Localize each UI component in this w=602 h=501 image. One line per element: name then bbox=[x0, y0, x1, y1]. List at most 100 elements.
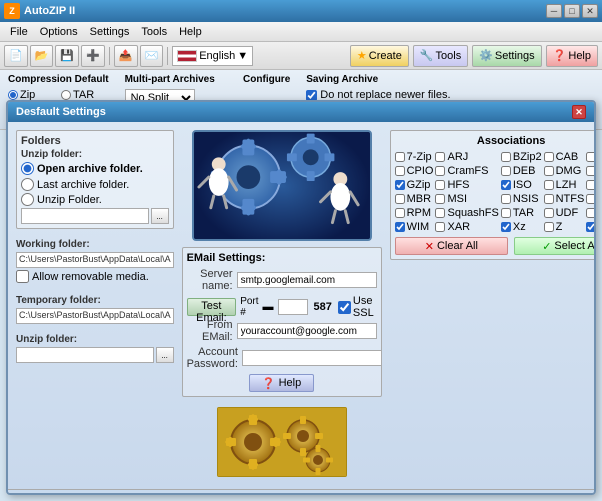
assoc-ntfs[interactable]: NTFS bbox=[544, 193, 585, 205]
menu-options[interactable]: Options bbox=[34, 25, 84, 39]
clear-all-button[interactable]: ✕ Clear All bbox=[395, 237, 509, 255]
assoc-tar[interactable]: TAR bbox=[501, 207, 542, 219]
create-button[interactable]: ★ Create bbox=[350, 45, 409, 67]
title-bar-left: Z AutoZIP II bbox=[4, 3, 75, 19]
assoc-rpm[interactable]: RPM bbox=[395, 207, 434, 219]
assoc-squashfs[interactable]: SquashFS bbox=[435, 207, 498, 219]
dialog-bottom-bar: ✓ Accept ✕ Cancel bbox=[8, 489, 594, 495]
email-title: EMail Settings: bbox=[187, 252, 377, 264]
menu-tools[interactable]: Tools bbox=[135, 25, 173, 39]
toolbar-right: ★ Create 🔧 Tools ⚙️ Settings ❓ Help bbox=[350, 45, 598, 67]
assoc-chm[interactable]: CHM bbox=[586, 151, 596, 163]
allow-removable-option[interactable]: Allow removable media. bbox=[16, 270, 174, 283]
dialog-body: Folders Unzip folder: Open archive folde… bbox=[8, 122, 594, 489]
password-row: Account Password: bbox=[187, 346, 377, 370]
open-archive-label: Open archive folder. bbox=[37, 163, 143, 175]
add-button[interactable]: ➕ bbox=[81, 45, 105, 67]
assoc-msi[interactable]: MSI bbox=[435, 193, 498, 205]
create-star-icon: ★ bbox=[357, 49, 367, 62]
assoc-mbr[interactable]: MBR bbox=[395, 193, 434, 205]
email-help-button[interactable]: ❓ Help bbox=[249, 374, 314, 392]
add-icon: ➕ bbox=[86, 49, 100, 62]
test-email-button[interactable]: Test Email: bbox=[187, 298, 237, 316]
help-button[interactable]: ❓ Help bbox=[546, 45, 598, 67]
ssl-option[interactable]: Use SSL bbox=[338, 295, 377, 319]
assoc-dmg[interactable]: DMG bbox=[544, 165, 585, 177]
test-email-row: Test Email: Port # ▬ 587 Use SSL bbox=[187, 295, 377, 319]
settings-gear-icon: ⚙️ bbox=[479, 49, 493, 62]
assoc-xz[interactable]: Xz bbox=[501, 221, 542, 233]
dialog-close-button[interactable]: ✕ bbox=[572, 105, 586, 119]
unzip-bottom-section: Unzip folder: ... bbox=[16, 334, 174, 363]
from-input[interactable] bbox=[237, 323, 377, 339]
port-dash: ▬ bbox=[263, 301, 274, 313]
minimize-button[interactable]: ─ bbox=[546, 4, 562, 18]
save-button[interactable]: 💾 bbox=[55, 45, 79, 67]
assoc-cpio[interactable]: CPIO bbox=[395, 165, 434, 177]
assoc-gzip[interactable]: GZip bbox=[395, 179, 434, 191]
tools-label: Tools bbox=[436, 50, 462, 62]
server-input[interactable] bbox=[237, 272, 377, 288]
menu-file[interactable]: File bbox=[4, 25, 34, 39]
maximize-button[interactable]: □ bbox=[564, 4, 580, 18]
assoc-arj[interactable]: ARJ bbox=[435, 151, 498, 163]
help-label: Help bbox=[568, 50, 591, 62]
assoc-z[interactable]: Z bbox=[544, 221, 585, 233]
settings-dialog: Desfault Settings ✕ Folders Unzip folder… bbox=[6, 100, 596, 495]
assoc-udf[interactable]: UDF bbox=[544, 207, 585, 219]
configure-title: Configure bbox=[243, 74, 290, 85]
menu-settings[interactable]: Settings bbox=[84, 25, 136, 39]
assoc-cramfs[interactable]: CramFS bbox=[435, 165, 498, 177]
assoc-vhd[interactable]: VHD bbox=[586, 207, 596, 219]
unzip-bottom-row: ... bbox=[16, 347, 174, 363]
title-bar: Z AutoZIP II ─ □ ✕ bbox=[0, 0, 602, 22]
unzip-browse-button[interactable]: ... bbox=[151, 208, 169, 224]
assoc-fat[interactable]: FAT bbox=[586, 165, 596, 177]
open-button[interactable]: 📂 bbox=[30, 45, 54, 67]
open-archive-option[interactable]: Open archive folder. bbox=[21, 162, 169, 175]
assoc-wim[interactable]: WIM bbox=[395, 221, 434, 233]
email-button[interactable]: ✉️ bbox=[140, 45, 164, 67]
settings-button[interactable]: ⚙️ Settings bbox=[472, 45, 541, 67]
unzip-bottom-browse[interactable]: ... bbox=[156, 347, 174, 363]
toolbar-separator-2 bbox=[167, 47, 168, 65]
assoc-deb[interactable]: DEB bbox=[501, 165, 542, 177]
title-controls: ─ □ ✕ bbox=[546, 4, 598, 18]
tools-button[interactable]: 🔧 Tools bbox=[413, 45, 468, 67]
assoc-hfs[interactable]: HFS bbox=[435, 179, 498, 191]
assoc-lzh[interactable]: LZH bbox=[544, 179, 585, 191]
close-button[interactable]: ✕ bbox=[582, 4, 598, 18]
working-label: Working folder: bbox=[16, 239, 174, 250]
dialog-title-bar: Desfault Settings ✕ bbox=[8, 102, 594, 122]
email-help-label: Help bbox=[279, 377, 302, 389]
extract-button[interactable]: 📤 bbox=[114, 45, 138, 67]
assoc-cab[interactable]: CAB bbox=[544, 151, 585, 163]
assoc-xar[interactable]: XAR bbox=[435, 221, 498, 233]
port-input[interactable] bbox=[278, 299, 308, 315]
menu-help[interactable]: Help bbox=[173, 25, 208, 39]
assoc-nsis[interactable]: NSIS bbox=[501, 193, 542, 205]
clear-icon: ✕ bbox=[425, 240, 434, 253]
password-input[interactable] bbox=[242, 350, 382, 366]
open-icon: 📂 bbox=[35, 49, 49, 62]
select-all-button[interactable]: ✓ Select All bbox=[514, 237, 596, 255]
assoc-7zip[interactable]: 7-Zip bbox=[395, 151, 434, 163]
last-archive-option[interactable]: Last archive folder. bbox=[21, 178, 169, 191]
assoc-lzma[interactable]: LZMA bbox=[586, 179, 596, 191]
settings-label: Settings bbox=[495, 50, 535, 62]
toolbar-separator-1 bbox=[109, 47, 110, 65]
email-icon: ✉️ bbox=[145, 49, 159, 62]
unzip-path-row: ... bbox=[21, 208, 169, 224]
language-selector[interactable]: English ▼ bbox=[172, 46, 253, 66]
save-icon: 💾 bbox=[60, 49, 74, 62]
assoc-iso[interactable]: ISO bbox=[501, 179, 542, 191]
dialog-associations-panel: Associations 7-Zip ARJ BZip2 CAB CHM CPI… bbox=[390, 130, 596, 481]
new-button[interactable]: 📄 bbox=[4, 45, 28, 67]
dialog-folders-panel: Folders Unzip folder: Open archive folde… bbox=[16, 130, 174, 481]
assoc-bzip2[interactable]: BZip2 bbox=[501, 151, 542, 163]
dialog-title: Desfault Settings bbox=[16, 106, 106, 118]
assoc-zip[interactable]: ZIP bbox=[586, 221, 596, 233]
unzip-folder-option[interactable]: Unzip Folder. bbox=[21, 193, 169, 206]
assoc-rar[interactable]: RAR bbox=[586, 193, 596, 205]
allow-removable-label: Allow removable media. bbox=[32, 271, 149, 283]
